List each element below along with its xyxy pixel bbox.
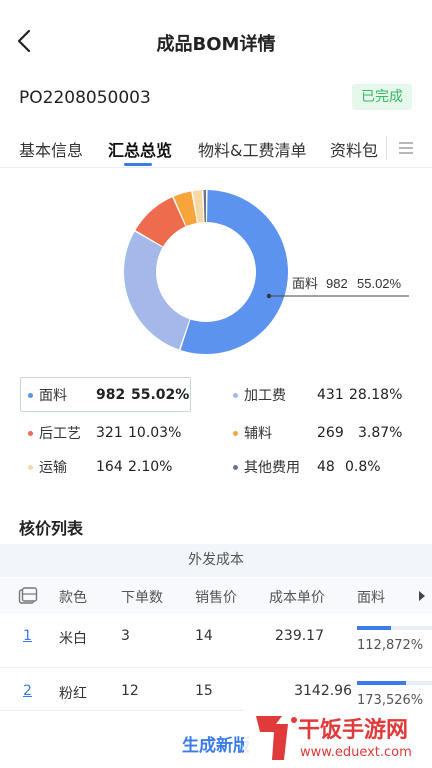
cell-unit-cost: 3142.96 <box>294 683 352 699</box>
legend-dot <box>28 392 33 398</box>
legend-percent: 3.87% <box>358 425 403 441</box>
column-header-unit-cost: 成本单价 <box>269 590 325 606</box>
legend-item-processing-fee[interactable]: 加工费 431 28.18% <box>233 383 402 407</box>
table-header-row: 款色 下单数 销售价 成本单价 面料 <box>0 578 432 614</box>
cell-sale-price: 14 <box>195 628 213 644</box>
tab-data-package[interactable]: 资料包 <box>330 137 378 161</box>
status-badge: 已完成 <box>352 84 412 110</box>
legend-item-transport[interactable]: 运输 164 2.10% <box>28 455 172 479</box>
cell-sale-price: 15 <box>195 683 213 699</box>
legend-percent: 55.02% <box>131 387 190 403</box>
cell-qty: 3 <box>121 628 130 644</box>
legend-name: 运输 <box>39 460 67 476</box>
legend-item-fabric[interactable]: 面料 982 55.02% <box>28 383 189 407</box>
column-header-fabric: 面料 <box>357 590 385 606</box>
menu-icon[interactable] <box>398 140 414 156</box>
active-tab-indicator <box>124 163 152 166</box>
fabric-progress-bar <box>357 626 432 630</box>
legend-value: 431 <box>317 387 344 403</box>
legend-percent: 0.8% <box>345 459 381 475</box>
legend-dot <box>233 392 238 398</box>
page-title: 成品BOM详情 <box>156 34 276 55</box>
order-row: PO2208050003 已完成 <box>0 84 432 114</box>
legend-dot <box>233 464 238 470</box>
cost-donut-chart[interactable]: 面料 982 55.02% <box>0 168 432 368</box>
scroll-right-icon[interactable] <box>418 591 426 601</box>
legend-item-post-process[interactable]: 后工艺 321 10.03% <box>28 421 181 445</box>
callout-label: 面料 <box>292 276 318 291</box>
nav-bar: 成品BOM详情 <box>0 0 432 84</box>
cell-color: 米白 <box>59 631 87 647</box>
section-title-price-list: 核价列表 <box>19 519 84 538</box>
row-index-link[interactable]: 2 <box>23 683 32 699</box>
legend-value: 164 <box>96 459 123 475</box>
fabric-progress-fill <box>357 681 406 685</box>
table-row[interactable]: 1 米白 3 14 239.17 112,872% <box>0 614 432 668</box>
cell-unit-cost: 239.17 <box>275 628 324 644</box>
tab-bar: 基本信息 汇总总览 物料&工费清单 资料包 <box>0 128 432 168</box>
cell-qty: 12 <box>121 683 139 699</box>
tab-divider <box>386 136 387 160</box>
cell-color: 粉红 <box>59 686 87 702</box>
fabric-progress-bar <box>357 681 432 685</box>
tab-summary[interactable]: 汇总总览 <box>108 137 172 161</box>
table-settings-icon[interactable] <box>18 587 38 605</box>
legend-name: 加工费 <box>244 388 286 404</box>
cell-fabric-pct: 112,872% <box>357 638 424 653</box>
order-number: PO2208050003 <box>19 88 151 108</box>
legend-item-other-fees[interactable]: 其他费用 48 0.8% <box>233 455 381 479</box>
legend-percent: 10.03% <box>128 425 182 441</box>
legend-percent: 2.10% <box>128 459 173 475</box>
callout-percent: 55.02% <box>357 276 402 291</box>
watermark-url: www.eduext.com <box>300 745 412 760</box>
legend-dot <box>233 430 238 436</box>
tab-materials-labor[interactable]: 物料&工费清单 <box>198 137 306 161</box>
legend-dot <box>28 430 33 436</box>
legend-value: 982 <box>96 387 126 403</box>
legend-name: 辅料 <box>244 426 272 442</box>
legend-value: 321 <box>96 425 123 441</box>
watermark-text: 干饭手游网 <box>298 718 409 743</box>
legend-value: 269 <box>317 425 344 441</box>
row-index-link[interactable]: 1 <box>23 628 32 644</box>
legend-percent: 28.18% <box>349 387 403 403</box>
price-table: 外发成本 款色 下单数 销售价 成本单价 面料 1 米白 3 14 239.17… <box>0 544 432 714</box>
column-header-sale-price: 销售价 <box>195 590 237 606</box>
legend-dot <box>28 464 33 470</box>
group-header: 外发成本 <box>0 544 432 577</box>
column-header-color: 款色 <box>59 590 87 606</box>
legend-name: 其他费用 <box>244 460 300 476</box>
legend-name: 后工艺 <box>39 426 81 442</box>
legend-name: 面料 <box>39 388 67 404</box>
tab-basic-info[interactable]: 基本信息 <box>19 137 83 161</box>
column-header-qty: 下单数 <box>121 590 163 606</box>
legend-item-accessories[interactable]: 辅料 269 3.87% <box>233 421 402 445</box>
callout-value: 982 <box>326 276 348 291</box>
legend-value: 48 <box>317 459 335 475</box>
fabric-progress-fill <box>357 626 391 630</box>
